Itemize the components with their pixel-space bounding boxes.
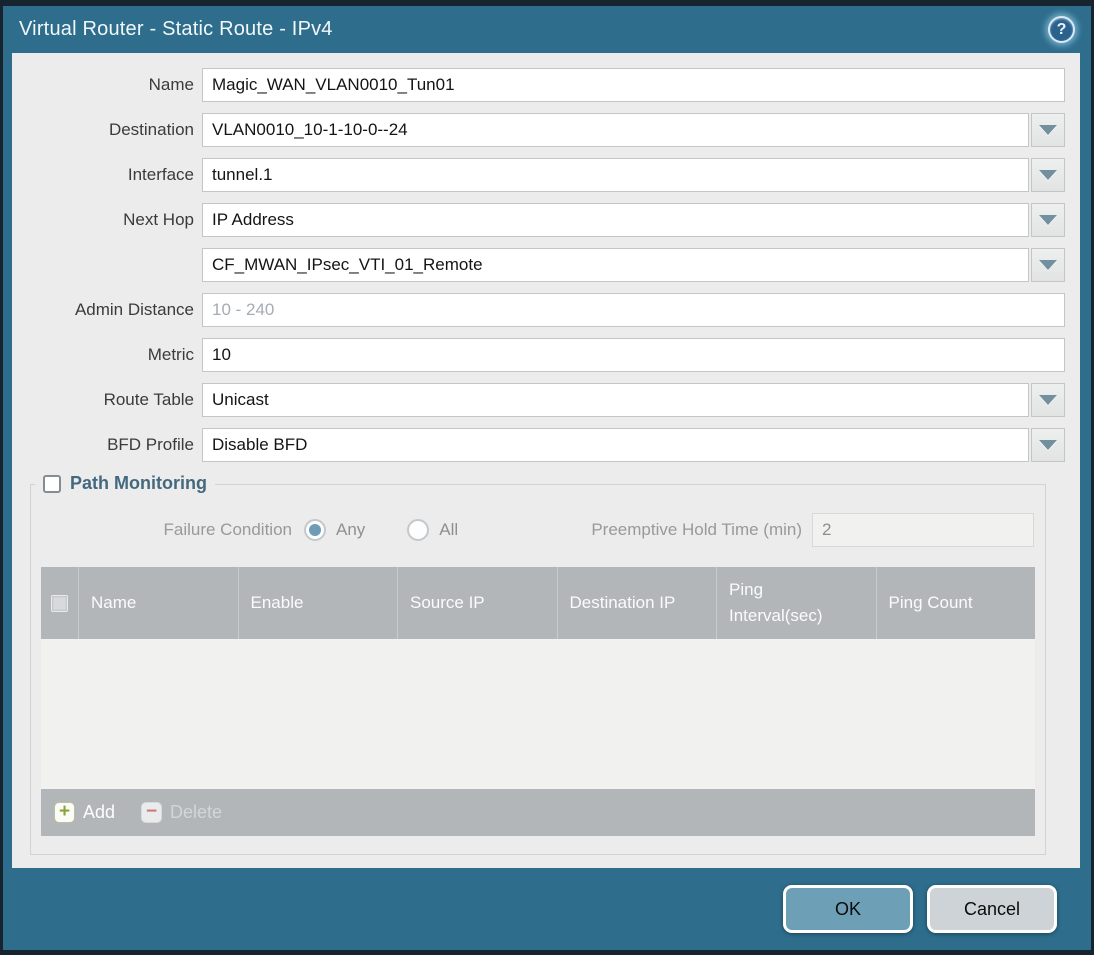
bfd-profile-label: BFD Profile [107, 435, 194, 454]
add-button[interactable]: Add [54, 802, 115, 823]
delete-button-label: Delete [170, 802, 223, 822]
titlebar: Virtual Router - Static Route - IPv4 [3, 6, 1091, 53]
form-content: Name Destination Interface [12, 53, 1080, 868]
next-hop-address-dropdown-button[interactable] [1031, 248, 1065, 282]
table-header-destination-ip: Destination IP [556, 567, 717, 639]
failure-condition-label: Failure Condition [163, 520, 292, 539]
path-monitoring-section: Path Monitoring Failure Condition Any Al… [30, 473, 1046, 855]
dialog-title: Virtual Router - Static Route - IPv4 [19, 18, 333, 40]
dialog-window: Virtual Router - Static Route - IPv4 Nam… [0, 0, 1094, 955]
table-header-ping-interval: Ping Interval(sec) [716, 567, 876, 639]
failure-condition-all-radio[interactable] [407, 519, 430, 541]
failure-condition-any-label: Any [336, 520, 366, 539]
preemptive-hold-time-label: Preemptive Hold Time (min) [591, 520, 802, 539]
form-row-admin-distance: Admin Distance [12, 293, 1065, 327]
interface-input[interactable] [202, 158, 1029, 192]
path-monitoring-table: Name Enable Source IP Destination IP Pin… [41, 567, 1035, 836]
plus-icon [54, 802, 75, 823]
next-hop-type-input[interactable] [202, 203, 1029, 237]
table-header-ping-count: Ping Count [875, 567, 1036, 639]
bfd-profile-input[interactable] [202, 428, 1029, 462]
destination-label: Destination [108, 120, 194, 139]
interface-dropdown-button[interactable] [1031, 158, 1065, 192]
table-header-row: Name Enable Source IP Destination IP Pin… [41, 567, 1035, 639]
path-monitoring-checkbox[interactable] [43, 474, 61, 493]
route-table-label: Route Table [103, 390, 194, 409]
failure-condition-any-radio[interactable] [304, 519, 326, 541]
form-row-destination: Destination [12, 113, 1065, 147]
name-label: Name [148, 75, 194, 94]
route-table-dropdown-button[interactable] [1031, 383, 1065, 417]
destination-input[interactable] [202, 113, 1029, 147]
content-wrap: Name Destination Interface [3, 53, 1091, 868]
chevron-down-icon [1039, 440, 1057, 450]
dialog-frame: Virtual Router - Static Route - IPv4 Nam… [3, 6, 1091, 950]
ok-button[interactable]: OK [783, 885, 913, 933]
chevron-down-icon [1039, 125, 1057, 135]
interface-label: Interface [127, 165, 194, 184]
form-row-next-hop-address [12, 248, 1065, 282]
table-header-select-all [41, 567, 78, 639]
table-header-enable: Enable [237, 567, 398, 639]
form-row-interface: Interface [12, 158, 1065, 192]
route-table-input[interactable] [202, 383, 1029, 417]
form-row-next-hop: Next Hop [12, 203, 1065, 237]
add-button-label: Add [83, 802, 116, 822]
delete-button[interactable]: Delete [141, 802, 222, 823]
table-header-name: Name [78, 567, 238, 639]
destination-dropdown-button[interactable] [1031, 113, 1065, 147]
chevron-down-icon [1039, 260, 1057, 270]
failure-condition-row: Failure Condition Any All Preemptive Hol… [31, 513, 1045, 547]
chevron-down-icon [1039, 215, 1057, 225]
metric-label: Metric [147, 345, 194, 364]
select-all-checkbox[interactable] [51, 594, 68, 612]
preemptive-hold-time-input[interactable] [812, 513, 1034, 547]
path-monitoring-legend: Path Monitoring [35, 473, 215, 494]
table-toolbar: Add Delete [41, 789, 1035, 836]
form-row-bfd-profile: BFD Profile [12, 428, 1065, 462]
next-hop-dropdown-button[interactable] [1031, 203, 1065, 237]
form-row-route-table: Route Table [12, 383, 1065, 417]
dialog-footer: OK Cancel [3, 868, 1091, 950]
chevron-down-icon [1039, 395, 1057, 405]
form-row-name: Name [12, 68, 1065, 102]
metric-input[interactable] [202, 338, 1065, 372]
table-header-source-ip: Source IP [397, 567, 557, 639]
form-row-metric: Metric [12, 338, 1065, 372]
help-icon[interactable] [1048, 16, 1075, 43]
chevron-down-icon [1039, 170, 1057, 180]
table-body-empty [41, 639, 1035, 789]
failure-condition-all-label: All [439, 520, 459, 539]
admin-distance-label: Admin Distance [74, 300, 194, 319]
next-hop-label: Next Hop [123, 210, 194, 229]
minus-icon [141, 802, 163, 823]
bfd-profile-dropdown-button[interactable] [1031, 428, 1065, 462]
next-hop-address-input[interactable] [202, 248, 1029, 282]
path-monitoring-title: Path Monitoring [70, 473, 207, 493]
name-input[interactable] [202, 68, 1065, 102]
cancel-button[interactable]: Cancel [927, 885, 1057, 933]
admin-distance-input[interactable] [202, 293, 1065, 327]
